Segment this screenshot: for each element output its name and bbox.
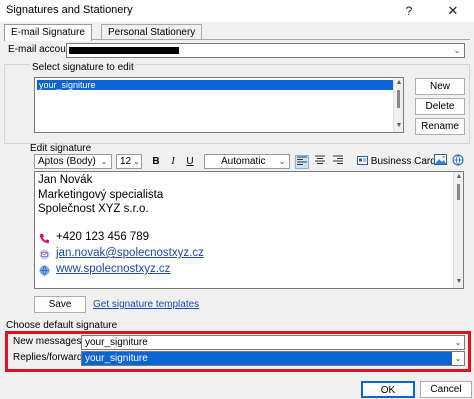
scroll-down-icon[interactable]: ▼ xyxy=(395,122,403,129)
tab-email-signature[interactable]: E-mail Signature xyxy=(4,24,92,41)
ok-button[interactable]: OK xyxy=(361,381,415,398)
chevron-down-icon: ⌄ xyxy=(132,155,141,168)
font-size-value: 12 xyxy=(120,156,132,167)
choose-default-signature-label: Choose default signature xyxy=(6,320,118,331)
window-title: Signatures and Stationery xyxy=(6,4,133,16)
signature-list[interactable]: your_signiture ▲ ▼ xyxy=(34,77,404,133)
font-family-select[interactable]: Aptos (Body) ⌄ xyxy=(34,154,112,169)
underline-button[interactable]: U xyxy=(183,155,197,169)
chevron-down-icon: ⌄ xyxy=(98,155,110,168)
new-messages-dropdown[interactable]: your_signiture ⌄ xyxy=(81,335,465,350)
scroll-down-icon[interactable]: ▼ xyxy=(455,278,463,285)
phone-icon xyxy=(39,233,50,247)
new-button[interactable]: New xyxy=(415,78,465,95)
signature-name: Jan Novák xyxy=(38,174,93,186)
signature-web-link[interactable]: www.spolecnostxyz.cz xyxy=(56,263,170,275)
business-card-icon xyxy=(357,156,368,165)
signature-role: Marketingový specialista xyxy=(38,189,164,201)
signature-list-scrollbar[interactable]: ▲ ▼ xyxy=(393,78,403,132)
insert-picture-button[interactable] xyxy=(433,154,447,168)
chevron-down-icon: ⌄ xyxy=(451,44,463,57)
align-center-button[interactable] xyxy=(313,155,327,169)
list-item[interactable]: your_signiture xyxy=(37,80,396,90)
web-icon xyxy=(39,265,50,279)
select-signature-label: Select signature to edit xyxy=(30,62,136,73)
signature-phone: +420 123 456 789 xyxy=(56,231,150,243)
align-left-button[interactable] xyxy=(295,155,309,169)
tab-personal-stationery[interactable]: Personal Stationery xyxy=(101,24,203,40)
signature-editor[interactable]: Jan Novák Marketingový specialista Spole… xyxy=(34,171,464,289)
redacted-account xyxy=(69,47,179,54)
bold-button[interactable]: B xyxy=(149,155,163,169)
font-color-select[interactable]: Automatic ⌄ xyxy=(204,154,290,169)
align-right-icon xyxy=(333,155,343,164)
new-messages-label: New messages: xyxy=(13,336,85,347)
font-family-value: Aptos (Body) xyxy=(38,156,96,167)
editor-scrollbar[interactable]: ▲ ▼ xyxy=(453,172,463,288)
get-signature-templates-link[interactable]: Get signature templates xyxy=(93,299,199,310)
edit-signature-label: Edit signature xyxy=(30,143,92,154)
help-button[interactable]: ? xyxy=(400,2,418,20)
align-left-icon xyxy=(297,156,307,165)
chevron-down-icon: ⌄ xyxy=(276,155,288,168)
align-right-button[interactable] xyxy=(331,155,345,169)
close-button[interactable]: ✕ xyxy=(440,2,466,20)
scroll-thumb[interactable] xyxy=(457,184,460,200)
replies-forwards-value: your_signiture xyxy=(85,353,148,364)
email-icon xyxy=(39,249,50,263)
rename-button[interactable]: Rename xyxy=(415,118,465,135)
new-messages-value: your_signiture xyxy=(85,337,148,348)
chevron-down-icon: ⌄ xyxy=(452,352,464,365)
email-account-dropdown[interactable]: ⌄ xyxy=(66,43,465,58)
signature-company: Společnost XYZ s.r.o. xyxy=(38,203,149,215)
insert-hyperlink-button[interactable] xyxy=(451,154,465,168)
align-center-icon xyxy=(315,155,325,164)
font-size-select[interactable]: 12 ⌄ xyxy=(116,154,142,169)
scroll-up-icon[interactable]: ▲ xyxy=(395,79,403,86)
chevron-down-icon: ⌄ xyxy=(452,336,464,349)
business-card-label: Business Card xyxy=(370,156,436,167)
scroll-thumb[interactable] xyxy=(397,90,400,108)
cancel-button[interactable]: Cancel xyxy=(420,381,472,398)
italic-button[interactable]: I xyxy=(166,155,180,169)
replies-forwards-dropdown[interactable]: your_signiture ⌄ xyxy=(81,351,465,366)
signature-email-link[interactable]: jan.novak@spolecnostxyz.cz xyxy=(56,247,204,259)
picture-icon xyxy=(433,154,447,165)
save-button[interactable]: Save xyxy=(34,296,86,313)
font-color-value: Automatic xyxy=(221,156,266,167)
globe-link-icon xyxy=(452,154,463,166)
delete-button[interactable]: Delete xyxy=(415,98,465,115)
business-card-button[interactable]: Business Card xyxy=(357,154,436,169)
replies-forwards-label: Replies/forwards: xyxy=(13,352,91,363)
scroll-up-icon[interactable]: ▲ xyxy=(455,173,463,180)
